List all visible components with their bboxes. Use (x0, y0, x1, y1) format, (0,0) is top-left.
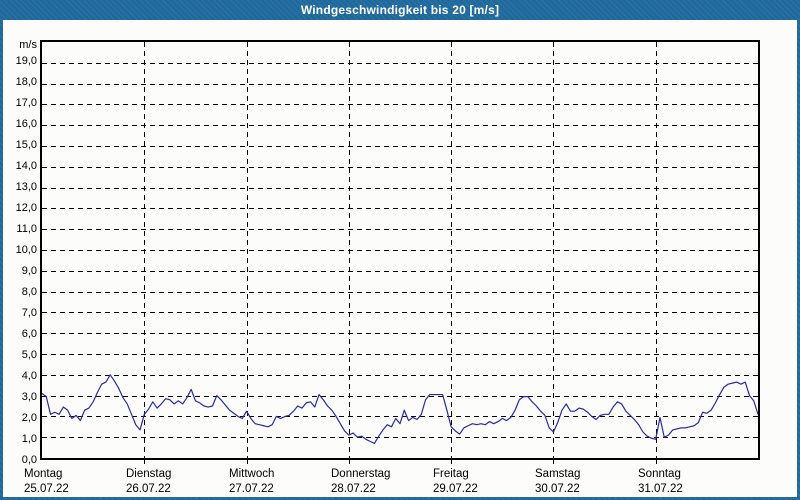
wind-speed-line (42, 374, 758, 445)
y-tick-label: 3,0 (21, 391, 37, 403)
y-tick-label: 14,0 (15, 160, 37, 172)
title-bar[interactable]: Windgeschwindigkeit bis 20 [m/s] (0, 0, 800, 20)
y-tick-label: 9,0 (21, 265, 37, 277)
y-tick-label: 11,0 (16, 223, 37, 235)
day-date: 27.07.22 (229, 483, 274, 495)
y-tick-label: 7,0 (21, 307, 37, 319)
window: Windgeschwindigkeit bis 20 [m/s] m/s 0,0… (0, 0, 800, 500)
day-label: Sonntag 31.07.22 (638, 467, 683, 496)
day-label: Samstag 30.07.22 (535, 467, 580, 496)
y-tick-label: 15,0 (15, 139, 37, 151)
day-name: Dienstag (126, 468, 172, 480)
day-date: 31.07.22 (638, 483, 683, 495)
y-tick-label: 18,0 (15, 76, 37, 88)
day-label: Donnerstag 28.07.22 (331, 467, 390, 496)
day-name: Donnerstag (331, 468, 391, 480)
day-date: 30.07.22 (535, 483, 580, 495)
day-label: Freitag 29.07.22 (433, 467, 478, 496)
plot-area (40, 40, 760, 460)
day-label: Mittwoch 27.07.22 (229, 467, 274, 496)
day-date: 26.07.22 (126, 483, 171, 495)
y-tick-label: 1,0 (21, 433, 37, 445)
day-label: Montag 25.07.22 (24, 467, 69, 496)
y-tick-label: 0,0 (21, 454, 37, 466)
x-axis-tick (656, 460, 657, 464)
y-tick-label: 12,0 (15, 202, 37, 214)
day-date: 29.07.22 (433, 483, 478, 495)
y-tick-label: 5,0 (21, 349, 37, 361)
x-axis-tick (349, 460, 350, 464)
window-title: Windgeschwindigkeit bis 20 [m/s] (300, 3, 500, 17)
x-axis-tick (553, 460, 554, 464)
wind-speed-chart (42, 42, 758, 458)
y-tick-label: 19,0 (15, 55, 37, 67)
content-area: m/s 0,0 1,0 2,0 3,0 4,0 5,0 6,0 7,0 8,0 9,0 10,0 11… (3, 20, 797, 497)
x-axis-tick (451, 460, 452, 464)
day-name: Montag (24, 468, 63, 480)
day-name: Freitag (433, 468, 469, 480)
y-tick-label: 13,0 (15, 181, 37, 193)
day-date: 28.07.22 (331, 483, 376, 495)
y-tick-label: 2,0 (21, 412, 37, 424)
day-name: Sonntag (638, 468, 681, 480)
y-axis-unit-label: m/s (19, 39, 37, 51)
x-axis-tick (144, 460, 145, 464)
y-tick-label: 4,0 (21, 370, 37, 382)
y-tick-label: 8,0 (21, 286, 37, 298)
x-axis-tick (247, 460, 248, 464)
day-name: Mittwoch (229, 468, 275, 480)
y-tick-label: 10,0 (15, 244, 37, 256)
day-label: Dienstag 26.07.22 (126, 467, 171, 496)
y-tick-label: 17,0 (15, 97, 37, 109)
y-tick-label: 16,0 (15, 118, 37, 130)
day-date: 25.07.22 (24, 483, 69, 495)
day-name: Samstag (535, 468, 581, 480)
y-tick-label: 6,0 (21, 328, 37, 340)
